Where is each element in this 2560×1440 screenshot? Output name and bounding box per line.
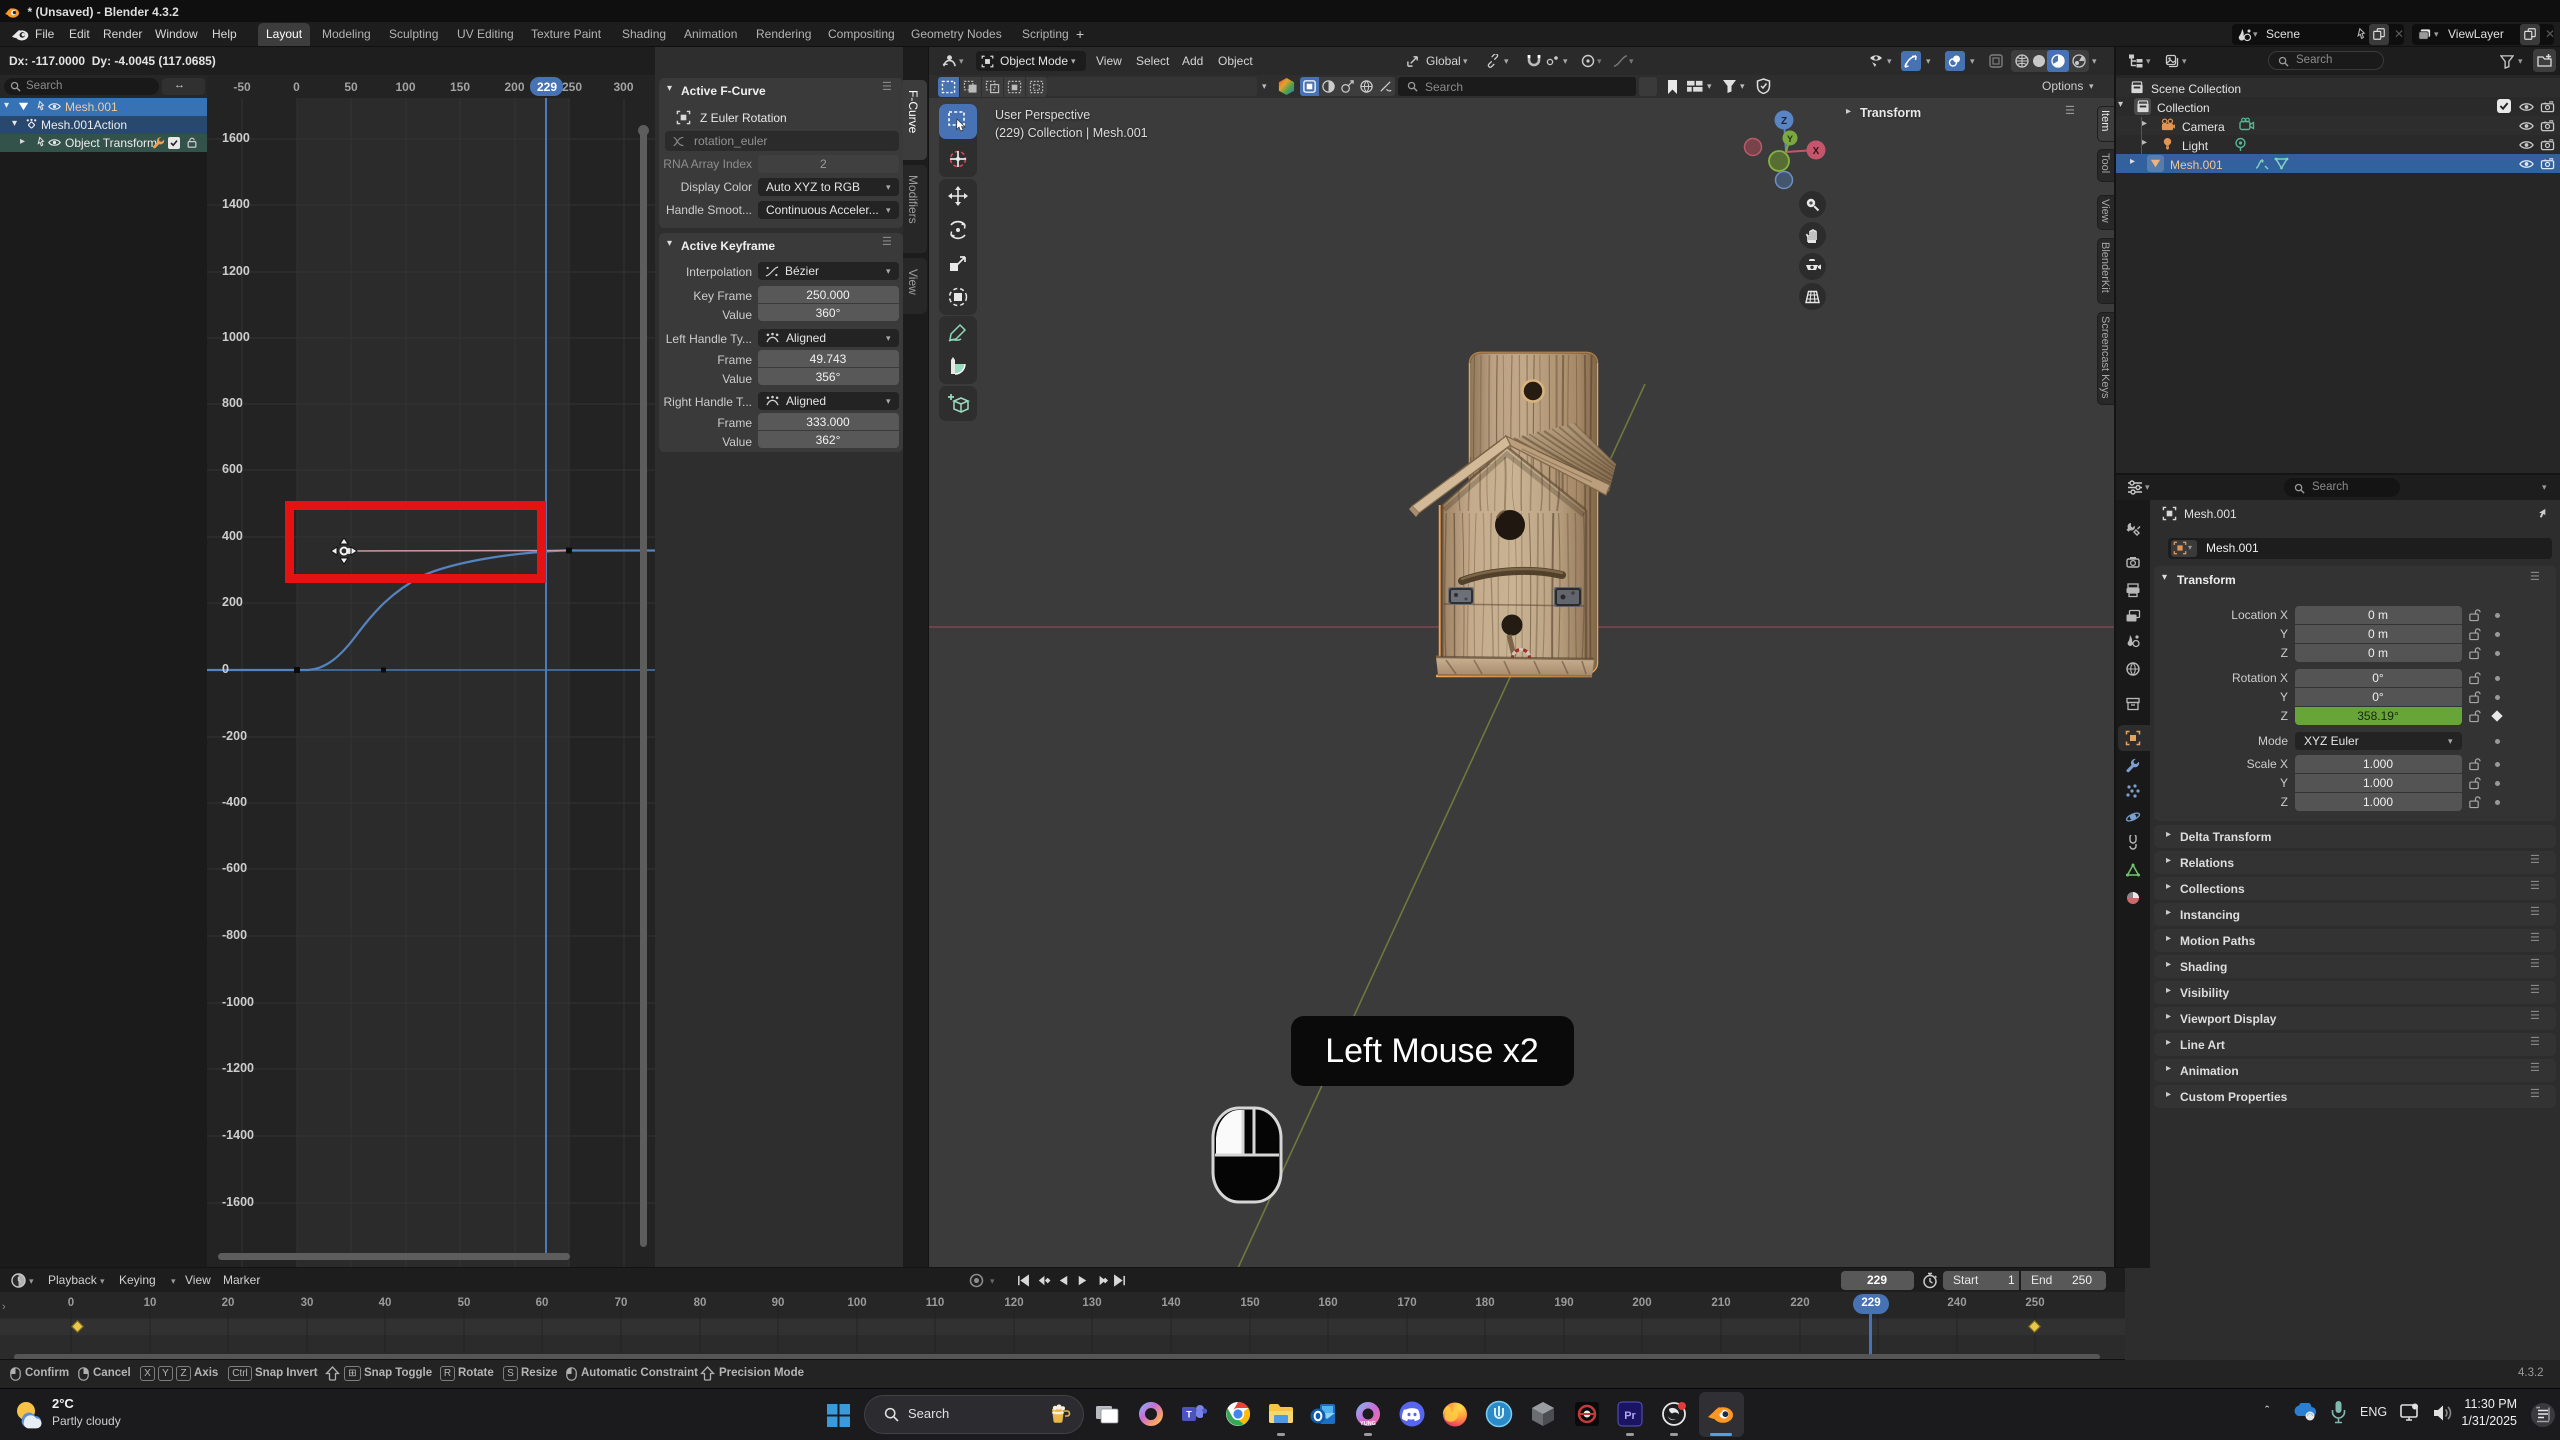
svg-text:YUNG: YUNG <box>1360 1421 1376 1427</box>
svg-text:Y: Y <box>1787 134 1793 144</box>
svg-text:T: T <box>1186 1410 1192 1420</box>
svg-text:X: X <box>1813 146 1820 157</box>
svg-text:Z: Z <box>1781 116 1787 127</box>
svg-text:Pr: Pr <box>1624 1410 1636 1422</box>
